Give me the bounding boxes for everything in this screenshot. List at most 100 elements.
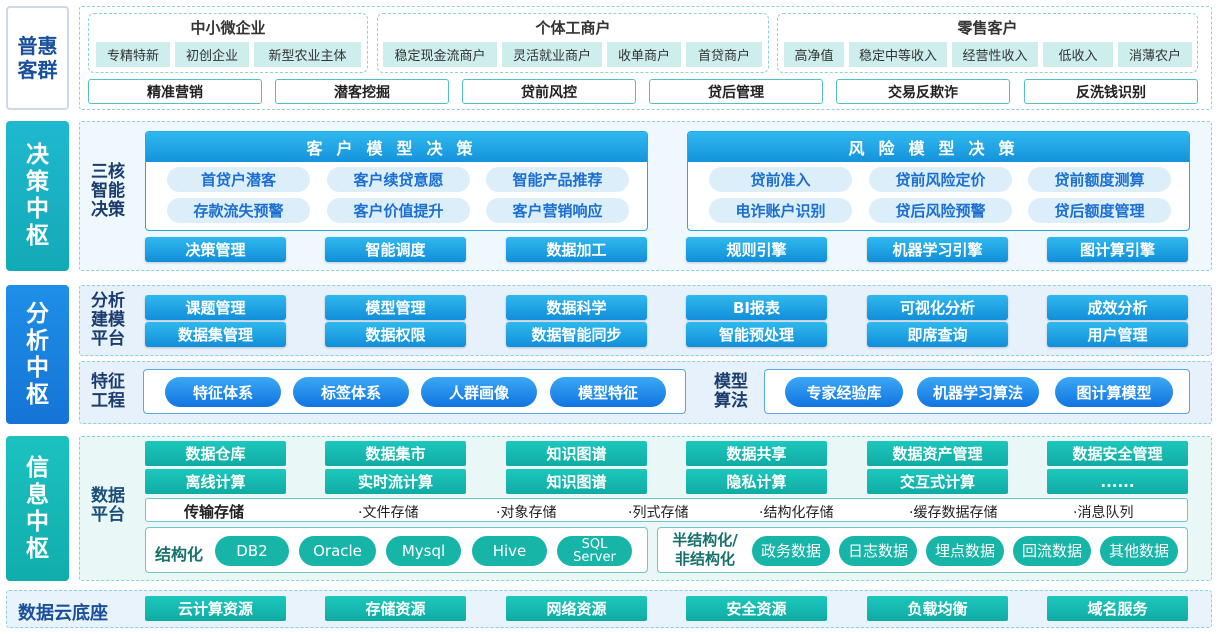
engine-box: 决策管理 [145, 237, 286, 262]
data-source-pill: 其他数据 [1100, 536, 1178, 566]
scenario-box: 反洗钱识别 [1024, 79, 1198, 104]
chip: 稳定现金流商户 [383, 42, 497, 67]
scenario-box: 贷前风控 [462, 79, 636, 104]
algo-panel: 专家经验库 机器学习算法 图计算模型 [764, 369, 1190, 414]
feature-panel: 特征体系 标签体系 人群画像 模型特征 [143, 369, 686, 414]
chip: 灵活就业商户 [502, 42, 602, 67]
platform-box: BI报表 [686, 295, 827, 320]
feature-pill: 特征体系 [165, 377, 281, 407]
storage-item: ·缓存数据存储 [909, 505, 998, 521]
cloud-box: 网络资源 [506, 596, 647, 621]
storage-item: ·文件存储 [358, 505, 419, 521]
panel-title: 风险模型决策 [688, 132, 1189, 162]
data-platform-box: 知识图谱 [506, 441, 647, 466]
cloud-box: 存储资源 [325, 596, 466, 621]
customer-group-sme: 中小微企业 专精特新 初创企业 新型农业主体 [88, 13, 368, 73]
chip: 低收入 [1043, 42, 1113, 67]
data-platform-box: 数据仓库 [145, 441, 286, 466]
algo-pill: 机器学习算法 [917, 377, 1039, 407]
info-label: 信息中枢 [6, 436, 69, 581]
algo-label: 模型算法 [714, 372, 748, 411]
data-source-pill: 日志数据 [839, 536, 917, 566]
data-platform-box: 交互式计算 [867, 469, 1008, 494]
data-platform-box: 数据共享 [686, 441, 827, 466]
scenario-box: 贷后管理 [649, 79, 823, 104]
engine-box: 智能调度 [325, 237, 466, 262]
analysis-label: 分析中枢 [6, 285, 69, 424]
feature-pill: 人群画像 [421, 377, 537, 407]
chip: 稳定中等收入 [849, 42, 947, 67]
decision-pill: 贷前额度测算 [1028, 167, 1171, 192]
cloud-box: 云计算资源 [145, 596, 286, 621]
cloud-box: 负载均衡 [867, 596, 1008, 621]
data-platform-box: 数据安全管理 [1047, 441, 1188, 466]
decision-pill: 贷后额度管理 [1028, 198, 1171, 223]
chip: 消薄农户 [1118, 42, 1192, 67]
platform-box: 成效分析 [1047, 295, 1188, 320]
chip: 收单商户 [607, 42, 681, 67]
structured-label: 结构化 [155, 545, 204, 564]
storage-item: ·对象存储 [496, 505, 557, 521]
customer-group-retail: 零售客户 高净值 稳定中等收入 经营性收入 低收入 消薄农户 [777, 13, 1198, 73]
engine-box: 规则引擎 [686, 237, 827, 262]
group-title: 零售客户 [957, 19, 1018, 37]
decision-label: 决策中枢 [6, 121, 69, 271]
customers-label: 普惠客群 [6, 6, 69, 110]
scenario-box: 精准营销 [88, 79, 262, 104]
decision-pill: 客户续贷意愿 [327, 167, 470, 192]
storage-item: ·结构化存储 [759, 505, 834, 521]
panel-title: 客户模型决策 [146, 132, 647, 162]
db-pill: Mysql [386, 536, 461, 566]
analysis-platform-label: 分析建模平台 [91, 291, 125, 349]
chip: 经营性收入 [952, 42, 1038, 67]
data-source-pill: 埋点数据 [926, 536, 1004, 566]
platform-box: 数据智能同步 [506, 322, 647, 347]
data-platform-box: 实时流计算 [325, 469, 466, 494]
storage-item: ·消息队列 [1073, 505, 1134, 521]
group-title: 个体工商户 [535, 19, 611, 37]
data-platform-box: 数据资产管理 [867, 441, 1008, 466]
db-pill: DB2 [215, 536, 289, 566]
db-pill: Hive [472, 536, 547, 566]
group-title: 中小微企业 [190, 19, 266, 37]
storage-label: 传输存储 [184, 503, 245, 521]
customer-model-panel: 客户模型决策 首贷户潜客 客户续贷意愿 智能产品推荐 存款流失预警 客户价值提升… [145, 131, 648, 231]
platform-box: 数据科学 [506, 295, 647, 320]
chip: 新型农业主体 [254, 42, 361, 67]
semi-structured-panel: 半结构化/非结构化 政务数据 日志数据 埋点数据 回流数据 其他数据 [657, 527, 1188, 573]
platform-box: 课题管理 [145, 295, 286, 320]
db-pill: SQL Server [557, 536, 632, 566]
platform-box: 可视化分析 [867, 295, 1008, 320]
feature-pill: 标签体系 [293, 377, 409, 407]
feature-pill: 模型特征 [550, 377, 666, 407]
db-pill: Oracle [299, 536, 376, 566]
data-source-pill: 政务数据 [752, 536, 830, 566]
data-platform-box: 数据集市 [325, 441, 466, 466]
decision-pill: 智能产品推荐 [486, 167, 629, 192]
storage-bar: 传输存储 ·文件存储 ·对象存储 ·列式存储 ·结构化存储 ·缓存数据存储 ·消… [145, 498, 1188, 522]
platform-box: 数据集管理 [145, 322, 286, 347]
chip: 首贷商户 [686, 42, 762, 67]
platform-box: 数据权限 [325, 322, 466, 347]
platform-box: 用户管理 [1047, 322, 1188, 347]
platform-box: 即席查询 [867, 322, 1008, 347]
decision-pill: 客户营销响应 [486, 198, 629, 223]
chip: 初创企业 [175, 42, 249, 67]
scenario-box: 潜客挖掘 [275, 79, 449, 104]
decision-pill: 首贷户潜客 [167, 167, 310, 192]
decision-pill: 客户价值提升 [327, 198, 470, 223]
data-platform-box: 隐私计算 [686, 469, 827, 494]
decision-pill: 贷前准入 [709, 167, 852, 192]
chip: 专精特新 [96, 42, 170, 67]
engine-box: 图计算引擎 [1047, 237, 1188, 262]
risk-model-panel: 风险模型决策 贷前准入 贷前风险定价 贷前额度测算 电诈账户识别 贷后风险预警 … [687, 131, 1190, 231]
decision-pill: 贷前风险定价 [869, 167, 1012, 192]
chip: 高净值 [784, 42, 844, 67]
data-source-pill: 回流数据 [1013, 536, 1091, 566]
customer-group-merchant: 个体工商户 稳定现金流商户 灵活就业商户 收单商户 首贷商户 [377, 13, 769, 73]
decision-pill: 电诈账户识别 [709, 198, 852, 223]
info-platform-label: 数据平台 [91, 486, 125, 525]
engine-box: 机器学习引擎 [867, 237, 1008, 262]
decision-sub-label: 三核智能决策 [91, 162, 125, 220]
algo-pill: 专家经验库 [785, 377, 903, 407]
